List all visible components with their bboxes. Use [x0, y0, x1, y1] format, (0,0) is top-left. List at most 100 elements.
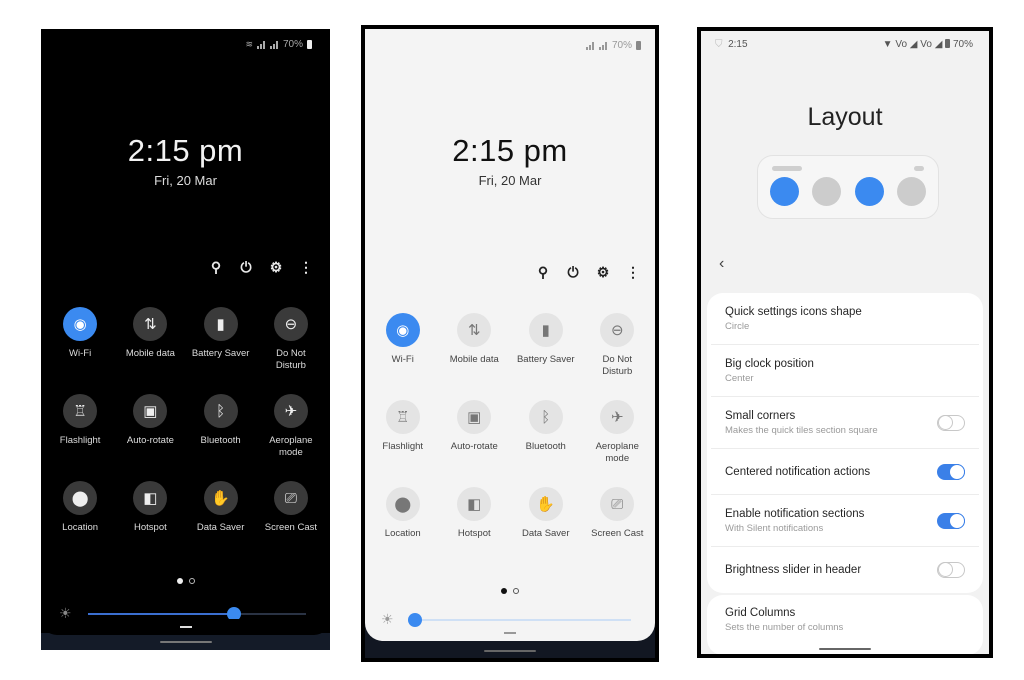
tile-auto-rotate[interactable]: ▣ Auto-rotate	[115, 394, 185, 459]
setting-row-brightness-slider-in-header[interactable]: Brightness slider in header	[711, 547, 979, 593]
clock: 2:15 pm Fri, 20 Mar	[41, 133, 330, 188]
tile-aeroplane-mode[interactable]: ✈ Aeroplane mode	[582, 400, 654, 465]
tile-label: Battery Saver	[191, 348, 250, 359]
tile-hotspot[interactable]: ◧ Hotspot	[439, 487, 511, 540]
status-bar: 70%	[585, 40, 641, 51]
nav-gesture-bar[interactable]	[819, 648, 871, 650]
notification-icon: ⛉	[715, 39, 723, 50]
setting-row-small-corners[interactable]: Small corners Makes the quick tiles secti…	[711, 397, 979, 449]
setting-row-centered-notification-actions[interactable]: Centered notification actions	[711, 449, 979, 495]
tile-location[interactable]: ⬤ Location	[45, 481, 115, 534]
tile-mobile-data[interactable]: ⇅ Mobile data	[115, 307, 185, 372]
toggle-switch[interactable]	[937, 562, 965, 578]
setting-text: Quick settings icons shape Circle	[725, 306, 862, 332]
more-icon[interactable]: ⋮	[625, 264, 641, 280]
auto-rotate-icon: ▣	[457, 400, 492, 434]
setting-text: Brightness slider in header	[725, 564, 861, 576]
setting-row-quick-settings-icons-shape[interactable]: Quick settings icons shape Circle	[711, 293, 979, 345]
toggle-switch[interactable]	[937, 463, 965, 480]
toggle-switch[interactable]	[937, 512, 965, 529]
tile-label: Auto-rotate	[126, 435, 174, 446]
page-dot[interactable]	[513, 588, 519, 594]
tile-data-saver[interactable]: ✋ Data Saver	[186, 481, 256, 534]
tile-auto-rotate[interactable]: ▣ Auto-rotate	[439, 400, 511, 465]
tile-screen-cast[interactable]: ⎚ Screen Cast	[256, 481, 326, 534]
tile-battery-saver[interactable]: ▮ Battery Saver	[186, 307, 256, 372]
page-dot-active[interactable]	[501, 588, 507, 594]
toggle-switch[interactable]	[937, 414, 965, 431]
tile-aeroplane-mode[interactable]: ✈ Aeroplane mode	[256, 394, 326, 459]
tile-bluetooth[interactable]: ᛒ Bluetooth	[186, 394, 256, 459]
tile-wi-fi[interactable]: ◉ Wi-Fi	[367, 313, 439, 378]
tile-label: Screen Cast	[264, 522, 318, 533]
setting-subtitle: Makes the quick tiles section square	[725, 424, 878, 436]
brightness-slider[interactable]	[407, 612, 631, 627]
airplane-icon: ✈	[600, 400, 635, 434]
preview-circle-active	[770, 177, 799, 206]
tile-label: Aeroplane mode	[595, 441, 639, 464]
cell-signal-icon	[598, 41, 608, 50]
setting-text: Centered notification actions	[725, 466, 870, 478]
status-bar: ≋ 70%	[245, 39, 312, 50]
tile-label: Flashlight	[59, 435, 101, 446]
cell-signal-icon	[269, 40, 279, 49]
tile-screen-cast[interactable]: ⎚ Screen Cast	[582, 487, 654, 540]
flashlight-icon: ♖	[385, 400, 420, 434]
setting-row-big-clock-position[interactable]: Big clock position Center	[711, 345, 979, 397]
setting-title: Small corners	[725, 409, 796, 422]
gear-icon[interactable]: ⚙	[595, 264, 611, 280]
drag-handle[interactable]	[504, 632, 516, 634]
power-icon[interactable]: ⏻	[565, 264, 581, 280]
drag-handle-bar[interactable]	[179, 626, 192, 628]
search-icon[interactable]: ⚲	[208, 259, 224, 275]
nav-gesture-bar[interactable]	[159, 641, 212, 643]
tile-label: Hotspot	[134, 522, 167, 533]
brightness-slider[interactable]	[87, 606, 306, 621]
gear-icon[interactable]: ⚙	[268, 259, 284, 275]
setting-subtitle: With Silent notifications	[725, 522, 824, 534]
page-dot[interactable]	[188, 578, 195, 584]
tile-battery-saver[interactable]: ▮ Battery Saver	[510, 313, 582, 378]
brightness-thumb[interactable]	[407, 612, 422, 627]
data-saver-icon: ✋	[528, 487, 563, 521]
tile-label: Auto-rotate	[450, 441, 498, 452]
clock: 2:15 pm Fri, 20 Mar	[365, 133, 655, 188]
setting-row-enable-notification-sections[interactable]: Enable notification sections With Silent …	[711, 495, 979, 547]
layout-preview	[757, 155, 939, 219]
tile-label: Location	[62, 522, 99, 533]
layout-settings-phone: ⛉ 2:15 ▼ Vo ◢ Vo ◢ 70% Layout ‹ Quick se…	[697, 27, 993, 658]
tile-wi-fi[interactable]: ◉ Wi-Fi	[45, 307, 115, 372]
tiles-grid: ◉ Wi-Fi ⇅ Mobile data ▮ Battery Saver ⊖ Do Not …	[365, 313, 655, 540]
screen-cast-icon: ⎚	[600, 487, 635, 521]
back-button[interactable]: ‹	[719, 255, 724, 273]
setting-title: Centered notification actions	[725, 465, 871, 478]
screen-cast-icon: ⎚	[273, 481, 308, 515]
cell-signal-icon	[256, 40, 266, 49]
tile-flashlight[interactable]: ♖ Flashlight	[45, 394, 115, 459]
nav-gesture-bar[interactable]	[484, 650, 536, 652]
more-icon[interactable]: ⋮	[298, 259, 314, 275]
page-indicator	[365, 588, 655, 594]
battery-icon	[636, 41, 641, 50]
brightness-fill	[87, 612, 234, 615]
grid-columns-card[interactable]: Grid Columns Sets the number of columns	[707, 595, 983, 654]
tile-hotspot[interactable]: ◧ Hotspot	[115, 481, 185, 534]
status-bar: ⛉ 2:15 ▼ Vo ◢ Vo ◢ 70%	[715, 39, 973, 50]
dnd-icon: ⊖	[600, 313, 635, 347]
settings-card: Quick settings icons shape Circle Big cloc…	[707, 293, 983, 593]
search-icon[interactable]: ⚲	[535, 264, 551, 280]
setting-text: Big clock position Center	[725, 358, 814, 384]
clock-date: Fri, 20 Mar	[154, 173, 217, 188]
tile-do-not-disturb[interactable]: ⊖ Do Not Disturb	[256, 307, 326, 372]
tile-label: Mobile data	[125, 348, 175, 359]
tile-label: Bluetooth	[200, 435, 241, 446]
tile-bluetooth[interactable]: ᛒ Bluetooth	[510, 400, 582, 465]
tile-data-saver[interactable]: ✋ Data Saver	[510, 487, 582, 540]
page-dot-active[interactable]	[176, 578, 183, 584]
tile-mobile-data[interactable]: ⇅ Mobile data	[439, 313, 511, 378]
tile-location[interactable]: ⬤ Location	[367, 487, 439, 540]
power-icon[interactable]: ⏻	[238, 259, 254, 275]
preview-circle-active	[855, 177, 884, 206]
tile-flashlight[interactable]: ♖ Flashlight	[367, 400, 439, 465]
tile-do-not-disturb[interactable]: ⊖ Do Not Disturb	[582, 313, 654, 378]
